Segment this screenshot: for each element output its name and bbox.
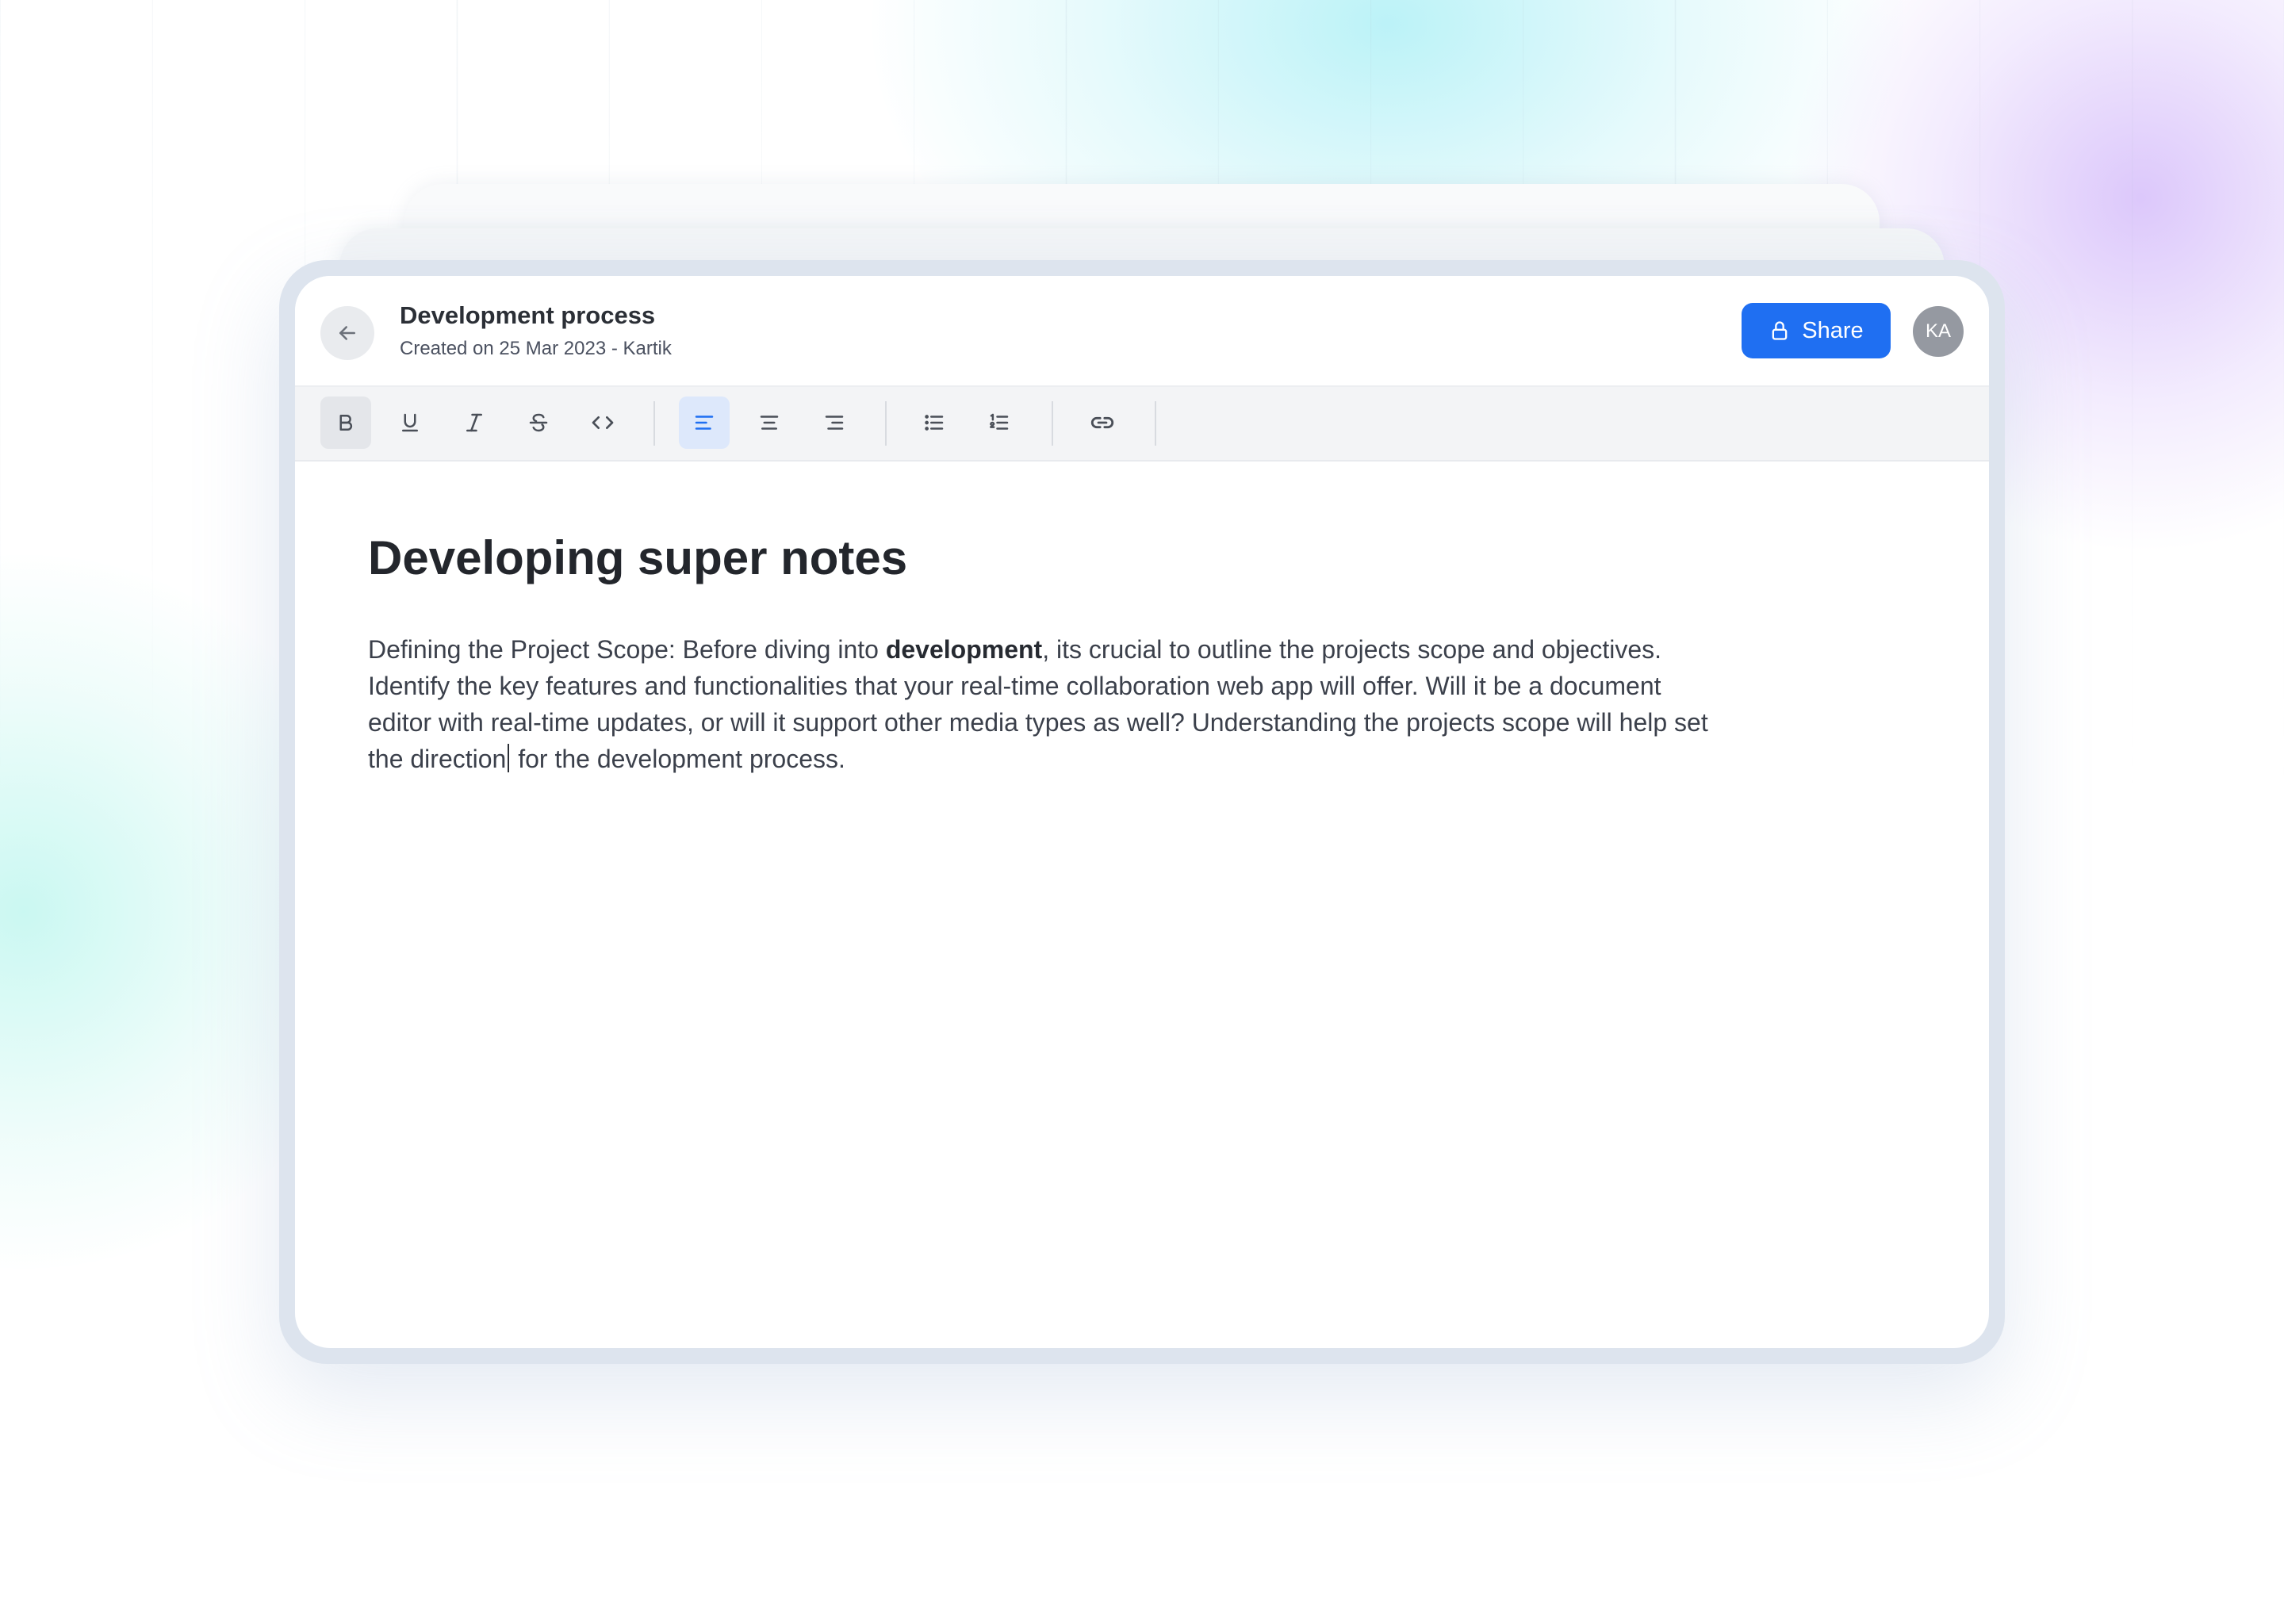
paragraph-bold-text: development	[885, 635, 1043, 664]
numbered-list-button[interactable]	[974, 396, 1025, 449]
document-heading[interactable]: Developing super notes	[368, 530, 1716, 587]
bulleted-list-button[interactable]	[909, 396, 960, 449]
align-center-button[interactable]	[744, 396, 795, 449]
toolbar-divider	[885, 401, 887, 446]
align-left-icon	[695, 416, 714, 430]
back-button[interactable]	[320, 306, 374, 360]
link-icon	[1090, 416, 1114, 429]
formatting-toolbar	[295, 387, 1989, 462]
paragraph-text: for the development process.	[511, 745, 845, 773]
code-button[interactable]	[577, 396, 628, 449]
toolbar-divider	[1155, 401, 1156, 446]
user-avatar[interactable]: KA	[1913, 306, 1964, 357]
toolbar-divider	[653, 401, 655, 446]
italic-button[interactable]	[449, 396, 500, 449]
toolbar-divider	[1052, 401, 1053, 446]
bold-button[interactable]	[320, 396, 371, 449]
document-meta: Created on 25 Mar 2023 - Kartik	[400, 338, 672, 359]
share-button-label: Share	[1802, 317, 1864, 343]
share-button[interactable]: Share	[1742, 303, 1891, 358]
strikethrough-icon	[529, 413, 548, 432]
editor-window: Development process Created on 25 Mar 20…	[295, 276, 1989, 1348]
document-body[interactable]: Developing super notes Defining the Proj…	[368, 530, 1716, 777]
lock-icon	[1772, 321, 1788, 340]
numbered-list-icon	[990, 413, 1009, 430]
underline-button[interactable]	[385, 396, 435, 449]
bold-icon	[339, 415, 353, 431]
paragraph-text: Defining the Project Scope: Before divin…	[368, 635, 886, 664]
arrow-left-icon	[339, 326, 355, 340]
document-paragraph[interactable]: Defining the Project Scope: Before divin…	[368, 631, 1716, 777]
document-title: Development process	[400, 301, 656, 329]
code-icon	[592, 416, 614, 429]
align-right-icon	[825, 416, 844, 430]
editor-header: Development process Created on 25 Mar 20…	[295, 276, 1989, 387]
text-cursor	[508, 744, 510, 772]
bulleted-list-icon	[925, 415, 944, 431]
device-frame: Development process Created on 25 Mar 20…	[279, 260, 2005, 1364]
italic-icon	[466, 413, 482, 432]
link-button[interactable]	[1077, 396, 1128, 449]
underline-icon	[402, 413, 418, 432]
align-left-button[interactable]	[679, 396, 730, 449]
align-right-button[interactable]	[809, 396, 860, 449]
strikethrough-button[interactable]	[513, 396, 564, 449]
align-center-icon	[760, 416, 779, 430]
